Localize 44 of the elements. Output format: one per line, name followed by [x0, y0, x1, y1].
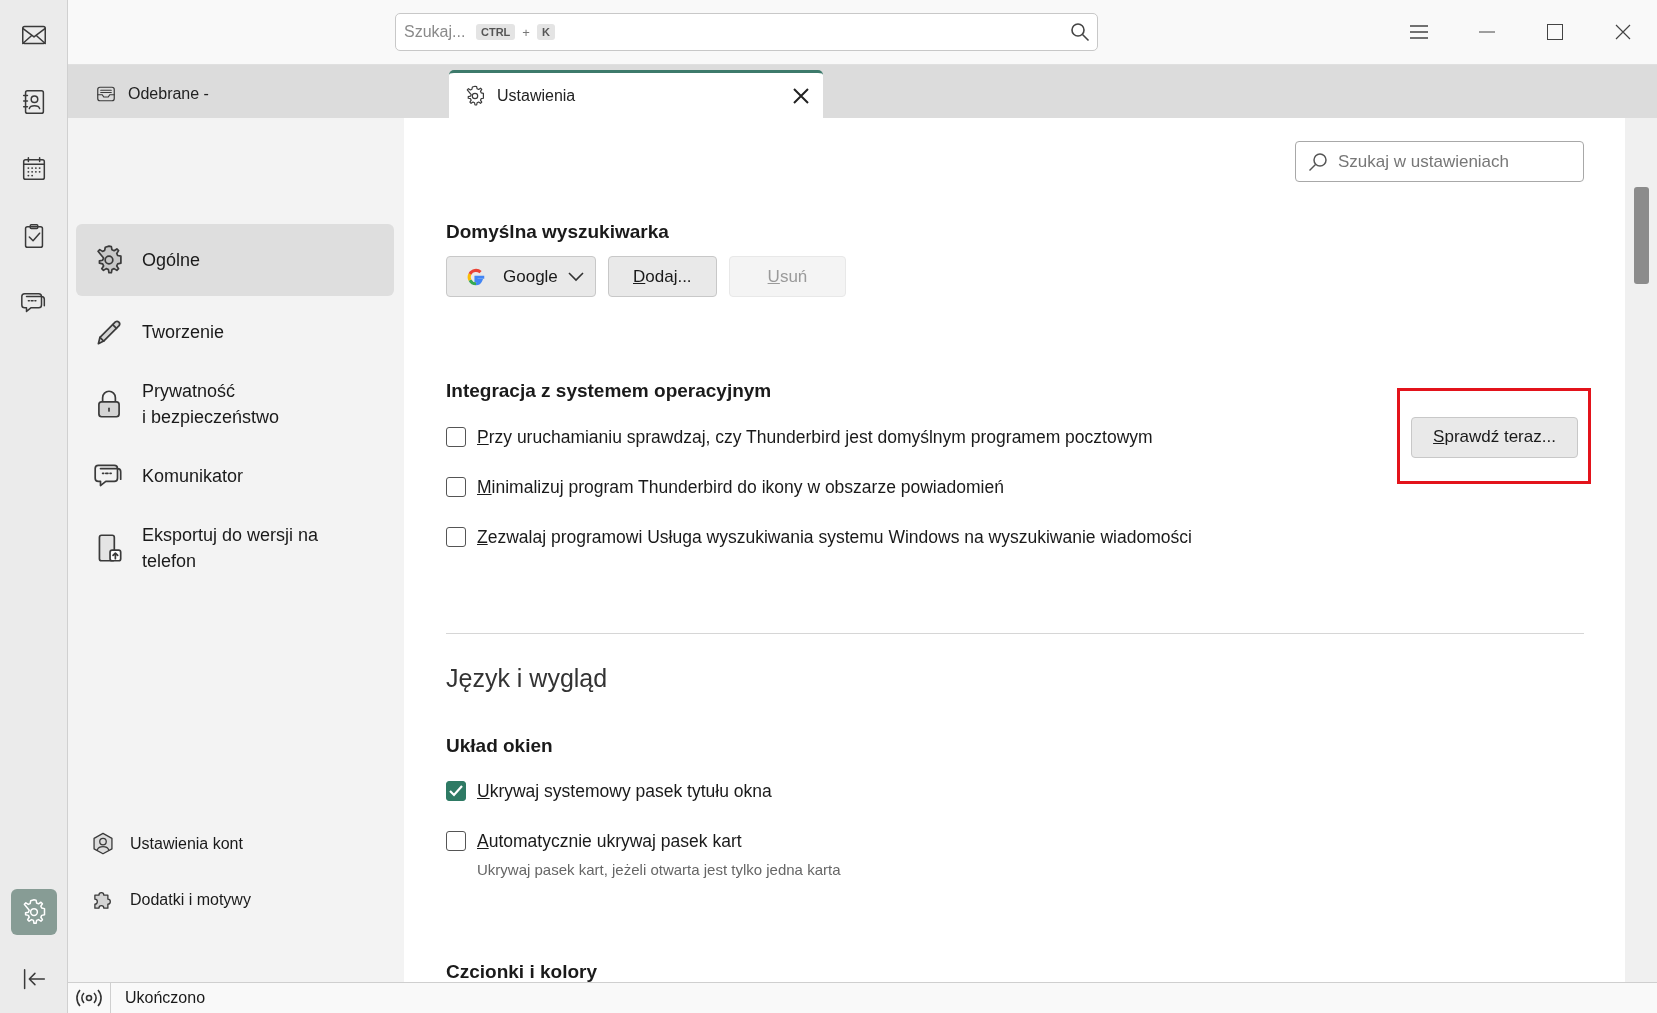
section-heading: Czcionki i kolory: [446, 960, 598, 982]
nav-link[interactable]: Dodatki i motywy: [76, 872, 394, 928]
engine-dropdown[interactable]: Google: [446, 256, 596, 297]
status-text: Ukończono: [125, 989, 206, 1007]
checkbox[interactable]: [446, 427, 466, 447]
key-badge: CTRL: [476, 24, 516, 40]
tab[interactable]: Odebrane -: [80, 70, 449, 118]
checkbox[interactable]: [446, 831, 466, 851]
search-icon: [1308, 152, 1328, 172]
nav-item[interactable]: Tworzenie: [76, 296, 394, 368]
nav-item[interactable]: Prywatność i bezpieczeństwo: [76, 368, 394, 440]
checkbox-label[interactable]: Minimalizuj program Thunderbird do ikony w obszarze powiadomień: [477, 476, 1004, 498]
add-button[interactable]: Dodaj...: [608, 256, 717, 297]
account-icon: [90, 831, 116, 857]
tab[interactable]: Ustawienia: [449, 70, 823, 118]
checkbox[interactable]: [446, 477, 466, 497]
section-heading: Domyślna wyszukiwarka: [446, 220, 670, 244]
settings-search-field[interactable]: Szukaj w ustawieniach: [1295, 141, 1584, 182]
minimize-icon: [1479, 31, 1495, 33]
maximize-icon: [1547, 24, 1563, 40]
nav-item[interactable]: Ogólne: [76, 224, 394, 296]
nav-item[interactable]: Komunikator: [76, 440, 394, 512]
plus-sign: +: [522, 24, 530, 40]
chevron-down-icon: [567, 271, 584, 282]
close-icon: [793, 87, 809, 104]
search-icon: [1070, 22, 1090, 42]
settings-button[interactable]: [10, 889, 57, 935]
nav-link[interactable]: Ustawienia kont: [76, 816, 394, 872]
checkbox-label[interactable]: Przy uruchamianiu sprawdzaj, czy Thunderbird jest domyślnym programem pocztowym: [477, 426, 1153, 448]
checkbox-label[interactable]: Automatycznie ukrywaj pasek kart: [477, 830, 742, 852]
checkbox[interactable]: [446, 527, 466, 547]
hint-text: Ukrywaj pasek kart, jeżeli otwarta jest tylko jedna karta: [477, 860, 842, 880]
checkbox[interactable]: [446, 781, 466, 801]
menu-icon: [1410, 25, 1428, 39]
checkbox-label[interactable]: Zezwalaj programowi Usługa wyszukiwania systemu Windows na wyszukiwanie wiadomości: [477, 526, 1192, 548]
section-title: Język i wygląd: [446, 633, 1584, 696]
nav-item[interactable]: Eksportuj do wersji na telefon: [76, 512, 394, 584]
section-heading: Układ okien: [446, 734, 554, 758]
signal-icon: [76, 989, 102, 1007]
close-icon: [1615, 24, 1631, 40]
check-now-button[interactable]: Sprawdź teraz...: [1411, 416, 1578, 458]
section-heading: Integracja z systemem operacyjnym: [446, 379, 773, 403]
checkbox-label[interactable]: Ukrywaj systemowy pasek tytułu okna: [477, 780, 772, 802]
scrollbar-thumb[interactable]: [1633, 187, 1649, 284]
